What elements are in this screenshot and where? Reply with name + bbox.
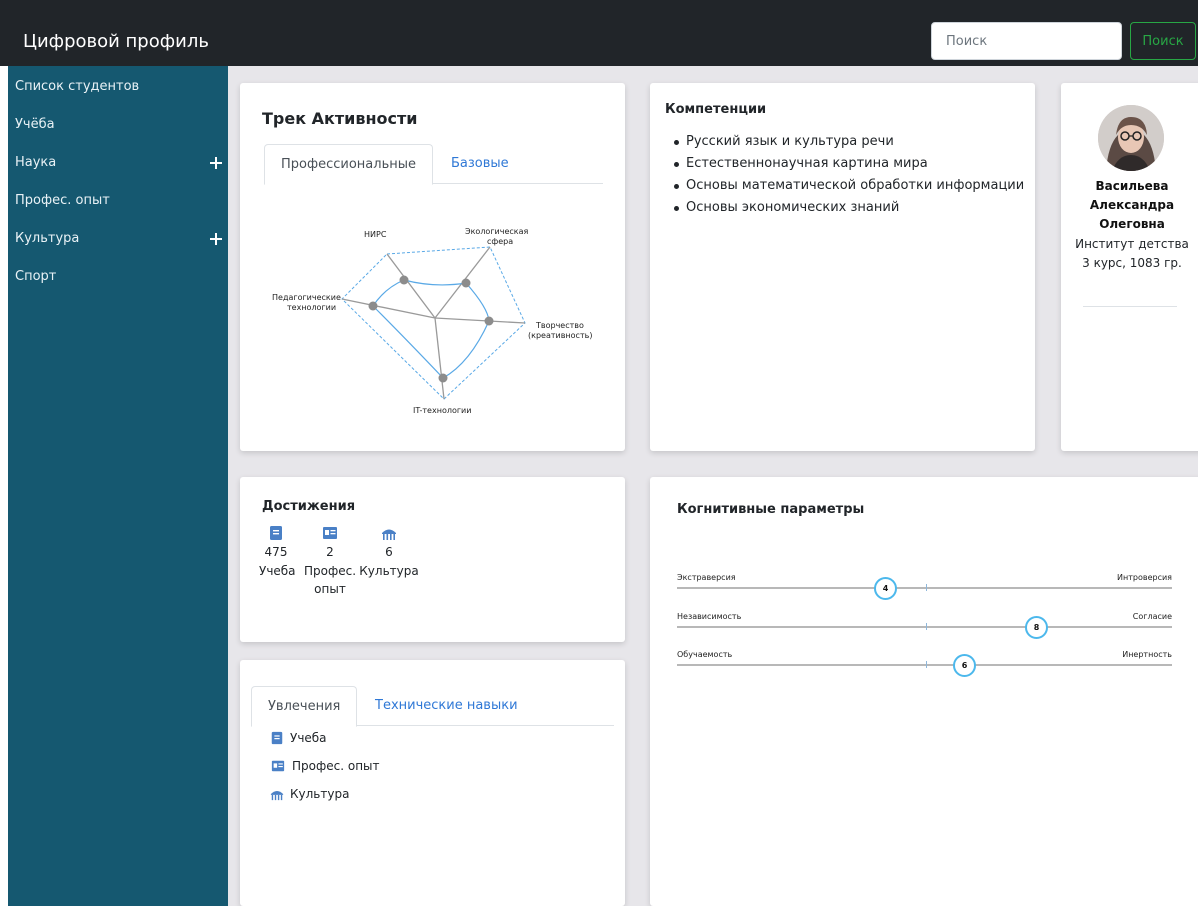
tab-professional[interactable]: Профессиональные (264, 144, 433, 185)
cognitive-slider-track (677, 587, 1172, 589)
book-icon (271, 731, 283, 745)
hobby-label: Учеба (290, 731, 327, 745)
main-content: Трек Активности Профессиональные Базовые (228, 66, 1198, 906)
cognitive-slider-knob[interactable]: 4 (874, 577, 897, 600)
plus-icon[interactable] (209, 226, 223, 252)
radar-label-pedagogy-1: Педагогические (272, 293, 341, 302)
search-button[interactable]: Поиск (1130, 22, 1196, 60)
sidebar-item-label: Список студентов (15, 79, 140, 94)
profile-institute: Институт детства (1075, 237, 1189, 251)
achievement-label: Культура (359, 564, 419, 578)
sidebar-item-sport[interactable]: Спорт (15, 264, 225, 290)
competence-item: Русский язык и культура речи (670, 131, 1030, 153)
competences-card: Компетенции Русский язык и культура речи… (650, 83, 1035, 451)
achievement-value: 2 (326, 545, 334, 559)
cognitive-right-label: Инертность (1122, 650, 1172, 659)
sidebar-item-study[interactable]: Учёба (15, 112, 225, 138)
achievement-culture: 6 Культура (359, 525, 419, 580)
activity-title: Трек Активности (262, 109, 418, 128)
radar-label-ecology-1: Экологическая (465, 227, 529, 236)
hobby-item[interactable]: Профес. опыт (270, 757, 380, 775)
sidebar: Список студентов Учёба Наука Профес. опы… (8, 66, 228, 906)
hobby-label: Профес. опыт (292, 759, 380, 773)
radar-label-ecology-2: сфера (487, 237, 513, 246)
radar-chart: НИРС Экологическая сфера Творчество (кре… (272, 227, 592, 415)
sidebar-item-label: Спорт (15, 269, 57, 284)
plus-icon[interactable] (209, 150, 223, 176)
activity-tabs: Профессиональные Базовые (264, 144, 603, 185)
cognitive-slider-knob[interactable]: 8 (1025, 616, 1048, 639)
radar-points (368, 275, 494, 383)
cognitive-slider-knob[interactable]: 6 (953, 654, 976, 677)
cognitive-right-label: Согласие (1132, 612, 1172, 621)
achievement-label: Учеба (259, 564, 296, 578)
sidebar-item-label: Учёба (15, 117, 55, 132)
search-input[interactable] (931, 22, 1122, 60)
cognitive-slider-midpoint (926, 623, 927, 630)
radar-outer-polygon (341, 246, 526, 400)
sidebar-item-label: Культура (15, 231, 80, 246)
id-card-icon (323, 527, 337, 539)
cognitive-slider-midpoint (926, 661, 927, 668)
sidebar-item-experience[interactable]: Профес. опыт (15, 188, 225, 214)
achievement-label: Профес. опыт (303, 564, 357, 596)
left-edge (0, 66, 8, 906)
hobbies-card: Увлечения Технические навыки Учеба Профе… (240, 660, 625, 906)
achievement-value: 475 (264, 545, 288, 559)
hobbies-tabs: Увлечения Технические навыки (251, 686, 614, 727)
tab-hobbies[interactable]: Увлечения (251, 686, 358, 727)
cognitive-slider-track (677, 664, 1172, 666)
hobby-item[interactable]: Учеба (270, 729, 327, 747)
achievements-card: Достижения 475 Учеба 2 Профес. опыт 6 Ку… (240, 477, 625, 642)
achievement-study: 475 Учеба (259, 525, 296, 580)
competence-item: Основы математической обработки информац… (670, 175, 1030, 197)
profile-name: Васильева Александра Олеговна (1089, 179, 1175, 231)
cognitive-left-label: Обучаемость (677, 650, 733, 659)
book-icon (270, 526, 282, 540)
theater-icon (270, 790, 284, 801)
sidebar-item-label: Наука (15, 155, 57, 170)
sidebar-item-label: Профес. опыт (15, 193, 110, 208)
achievements-title: Достижения (262, 499, 356, 514)
hobby-label: Культура (290, 787, 350, 801)
hobby-item[interactable]: Культура (270, 785, 349, 803)
sidebar-item-science[interactable]: Наука (15, 150, 225, 176)
radar-label-creativity-2: (креативность) (528, 331, 592, 340)
cognitive-right-label: Интроверсия (1117, 573, 1172, 582)
radar-label-it: IT-технологии (413, 406, 471, 415)
avatar (1098, 105, 1164, 171)
cognitive-slider-track (677, 626, 1172, 628)
brand-title[interactable]: Цифровой профиль (23, 30, 209, 54)
achievement-experience: 2 Профес. опыт (301, 525, 359, 598)
radar-label-pedagogy-2: технологии (287, 303, 336, 312)
achievement-value: 6 (385, 545, 393, 559)
profile-course: 3 курс, 1083 гр. (1082, 256, 1182, 270)
cognitive-card: Когнитивные параметры Экстраверсия Интро… (650, 477, 1198, 906)
competences-list: Русский язык и культура речи Естественно… (670, 131, 1030, 219)
radar-data-polygon (372, 279, 490, 379)
cognitive-left-label: Экстраверсия (677, 573, 736, 582)
profile-info: Институт детства 3 курс, 1083 гр. (1069, 235, 1195, 273)
cognitive-left-label: Независимость (677, 612, 742, 621)
sidebar-item-culture[interactable]: Культура (15, 226, 225, 252)
cognitive-title: Когнитивные параметры (677, 502, 865, 517)
radar-axes (341, 246, 526, 400)
top-navbar: Цифровой профиль Поиск (0, 0, 1198, 66)
profile-card: Васильева Александра Олеговна Институт д… (1061, 83, 1198, 451)
avatar-portrait-icon (1098, 105, 1164, 171)
competences-title: Компетенции (665, 102, 767, 117)
competence-item: Основы экономических знаний (670, 197, 1030, 219)
tab-basic[interactable]: Базовые (435, 144, 525, 184)
cognitive-slider-midpoint (926, 584, 927, 591)
id-card-icon (271, 760, 285, 772)
profile-divider (1083, 306, 1177, 307)
theater-icon (382, 529, 396, 540)
tab-tech-skills[interactable]: Технические навыки (359, 686, 534, 726)
competence-item: Естественнонаучная картина мира (670, 153, 1030, 175)
sidebar-item-students[interactable]: Список студентов (15, 74, 225, 100)
radar-label-nirs: НИРС (364, 230, 387, 239)
radar-label-creativity-1: Творчество (535, 321, 584, 330)
activity-card: Трек Активности Профессиональные Базовые (240, 83, 625, 451)
